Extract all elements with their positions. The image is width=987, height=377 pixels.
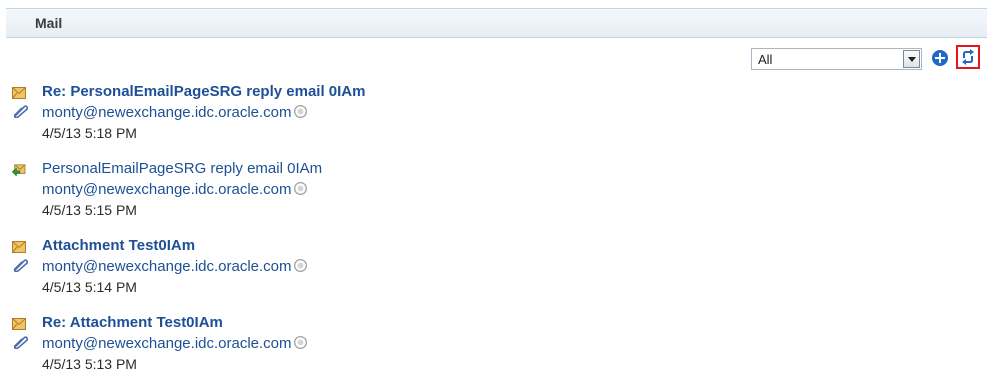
presence-status-icon[interactable] [293, 182, 307, 195]
panel-title: Mail [35, 15, 63, 31]
refresh-icon [962, 49, 974, 65]
mail-sender[interactable]: monty@newexchange.idc.oracle.com [42, 335, 307, 352]
mail-item[interactable]: Re: Attachment Test0IAm monty@newexchange… [0, 314, 720, 377]
presence-status-icon[interactable] [293, 336, 307, 349]
filter-selected-value: All [758, 52, 773, 67]
chevron-down-icon[interactable] [903, 50, 920, 68]
add-icon[interactable] [932, 50, 948, 66]
mail-item[interactable]: Attachment Test0IAm monty@newexchange.idc… [0, 237, 720, 313]
mail-date: 4/5/13 5:14 PM [42, 279, 137, 295]
mail-sender[interactable]: monty@newexchange.idc.oracle.com [42, 181, 307, 198]
presence-status-icon[interactable] [293, 105, 307, 118]
mail-sender[interactable]: monty@newexchange.idc.oracle.com [42, 258, 307, 275]
mail-item[interactable]: PersonalEmailPageSRG reply email 0IAm mon… [0, 160, 720, 236]
reply-mail-icon [12, 164, 26, 176]
mail-subject-link[interactable]: Re: Attachment Test0IAm [42, 314, 223, 331]
mail-item[interactable]: Re: PersonalEmailPageSRG reply email 0IA… [0, 83, 720, 159]
mail-date: 4/5/13 5:13 PM [42, 356, 137, 372]
mail-sender-address[interactable]: monty@newexchange.idc.oracle.com [42, 104, 292, 121]
envelope-icon [12, 87, 26, 99]
envelope-icon [12, 241, 26, 253]
paperclip-icon [13, 259, 28, 272]
mail-date: 4/5/13 5:18 PM [42, 125, 137, 141]
refresh-button[interactable] [956, 45, 980, 69]
mail-subject-link[interactable]: Attachment Test0IAm [42, 237, 195, 254]
mail-panel: Mail All Re: PersonalEmailPageSRG reply … [0, 0, 987, 377]
mail-sender[interactable]: monty@newexchange.idc.oracle.com [42, 104, 307, 121]
mail-subject-link[interactable]: PersonalEmailPageSRG reply email 0IAm [42, 160, 322, 177]
mail-sender-address[interactable]: monty@newexchange.idc.oracle.com [42, 258, 292, 275]
mail-sender-address[interactable]: monty@newexchange.idc.oracle.com [42, 335, 292, 352]
paperclip-icon [13, 336, 28, 349]
presence-status-icon[interactable] [293, 259, 307, 272]
mail-subject-link[interactable]: Re: PersonalEmailPageSRG reply email 0IA… [42, 83, 365, 100]
envelope-icon [12, 318, 26, 330]
mail-filter-select[interactable]: All [751, 48, 922, 70]
paperclip-icon [13, 105, 28, 118]
panel-header[interactable]: Mail [6, 8, 987, 38]
mail-sender-address[interactable]: monty@newexchange.idc.oracle.com [42, 181, 292, 198]
mail-date: 4/5/13 5:15 PM [42, 202, 137, 218]
